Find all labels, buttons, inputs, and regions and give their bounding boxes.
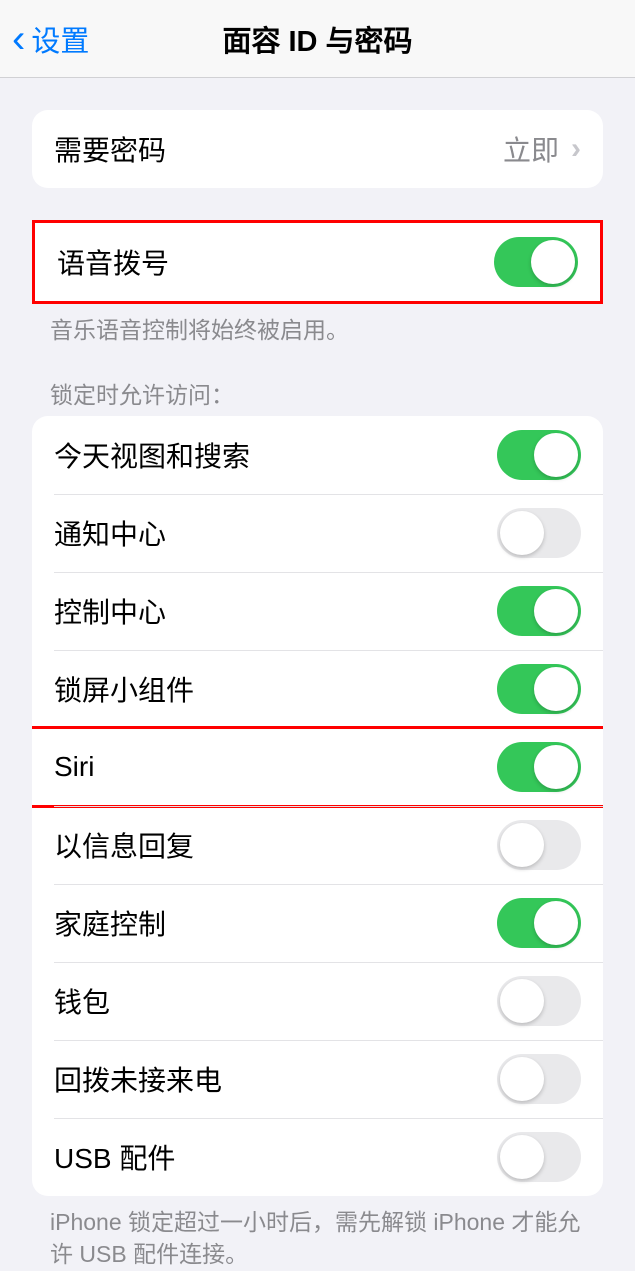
lock-item-toggle[interactable] bbox=[497, 664, 581, 714]
toggle-knob bbox=[500, 1057, 544, 1101]
row-label: 以信息回复 bbox=[54, 825, 194, 865]
lock-item-row: 钱包 bbox=[32, 962, 603, 1040]
lock-item-toggle[interactable] bbox=[497, 1054, 581, 1104]
toggle-knob bbox=[500, 979, 544, 1023]
lock-item-row: 以信息回复 bbox=[32, 806, 603, 884]
lock-item-row: 锁屏小组件 bbox=[32, 650, 603, 728]
lock-item-toggle[interactable] bbox=[497, 820, 581, 870]
lock-item-toggle[interactable] bbox=[497, 586, 581, 636]
voice-dial-row: 语音拨号 bbox=[35, 223, 600, 301]
lock-access-group: 今天视图和搜索通知中心控制中心锁屏小组件 Siri 以信息回复家庭控制钱包回拨未接来… bbox=[32, 416, 603, 1196]
toggle-knob bbox=[500, 511, 544, 555]
lock-item-toggle[interactable] bbox=[497, 976, 581, 1026]
lock-item-row: 回拨未接来电 bbox=[32, 1040, 603, 1118]
toggle-knob bbox=[534, 901, 578, 945]
require-passcode-row[interactable]: 需要密码 立即 › bbox=[32, 110, 603, 188]
settings-content: 需要密码 立即 › 语音拨号 音乐语音控制将始终被启用。 锁定时允许访问： 今天… bbox=[0, 110, 635, 1271]
lock-item-toggle[interactable] bbox=[497, 430, 581, 480]
toggle-knob bbox=[534, 433, 578, 477]
lock-item-toggle[interactable] bbox=[497, 508, 581, 558]
lock-item-row: 控制中心 bbox=[32, 572, 603, 650]
voice-dial-footer: 音乐语音控制将始终被启用。 bbox=[50, 314, 585, 346]
row-label: Siri bbox=[54, 751, 94, 783]
lock-item-row: 今天视图和搜索 bbox=[32, 416, 603, 494]
lock-item-row: USB 配件 bbox=[32, 1118, 603, 1196]
lock-access-header: 锁定时允许访问： bbox=[50, 376, 585, 410]
row-label: 今天视图和搜索 bbox=[54, 435, 250, 475]
toggle-knob bbox=[500, 1135, 544, 1179]
lock-item-toggle[interactable] bbox=[497, 898, 581, 948]
row-label: 锁屏小组件 bbox=[54, 669, 194, 709]
chevron-left-icon: ‹ bbox=[12, 19, 25, 59]
lock-item-toggle[interactable] bbox=[497, 1132, 581, 1182]
navigation-bar: ‹ 设置 面容 ID 与密码 bbox=[0, 0, 635, 78]
usb-footer: iPhone 锁定超过一小时后，需先解锁 iPhone 才能允许 USB 配件连… bbox=[50, 1206, 585, 1270]
voice-dial-group: 语音拨号 bbox=[32, 220, 603, 304]
row-label: 需要密码 bbox=[54, 129, 166, 169]
toggle-knob bbox=[500, 823, 544, 867]
lock-item-toggle[interactable] bbox=[497, 742, 581, 792]
back-button[interactable]: ‹ 设置 bbox=[0, 18, 89, 60]
row-label: USB 配件 bbox=[54, 1137, 175, 1177]
row-label: 语音拨号 bbox=[57, 242, 169, 282]
passcode-group: 需要密码 立即 › bbox=[32, 110, 603, 188]
row-label: 家庭控制 bbox=[54, 903, 166, 943]
lock-item-row: 家庭控制 bbox=[32, 884, 603, 962]
row-detail: 立即 › bbox=[503, 129, 581, 169]
page-title: 面容 ID 与密码 bbox=[0, 18, 635, 60]
toggle-knob bbox=[534, 589, 578, 633]
chevron-right-icon: › bbox=[571, 132, 581, 166]
lock-item-row: Siri bbox=[32, 728, 603, 806]
lock-item-row: 通知中心 bbox=[32, 494, 603, 572]
row-label: 通知中心 bbox=[54, 513, 166, 553]
toggle-knob bbox=[534, 745, 578, 789]
voice-dial-toggle[interactable] bbox=[494, 237, 578, 287]
row-value: 立即 bbox=[503, 129, 559, 169]
row-label: 回拨未接来电 bbox=[54, 1059, 222, 1099]
row-label: 控制中心 bbox=[54, 591, 166, 631]
back-label: 设置 bbox=[31, 18, 89, 60]
row-label: 钱包 bbox=[54, 981, 110, 1021]
toggle-knob bbox=[534, 667, 578, 711]
toggle-knob bbox=[531, 240, 575, 284]
